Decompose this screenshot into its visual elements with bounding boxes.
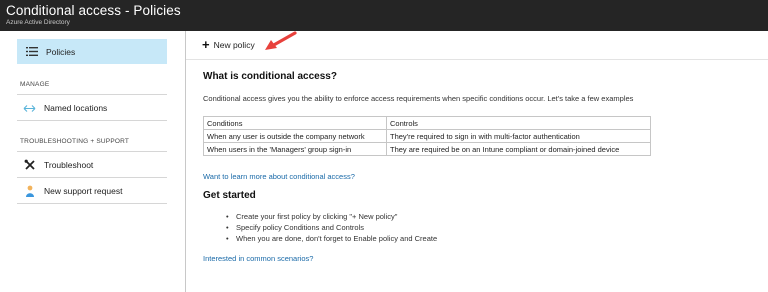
sidebar-item-policies[interactable]: Policies [17, 39, 167, 64]
named-locations-icon [23, 102, 36, 115]
learn-more-link[interactable]: Want to learn more about conditional acc… [203, 172, 355, 181]
table-cell: When any user is outside the company net… [203, 129, 387, 143]
table-cell: When users in the 'Managers' group sign-… [203, 142, 387, 156]
support-person-icon [23, 185, 36, 198]
main-content: + New policy What is conditional access?… [186, 31, 768, 292]
sidebar-item-label: Troubleshoot [44, 160, 94, 170]
page-title: Conditional access - Policies [6, 3, 181, 18]
list-item: Create your first policy by clicking "+ … [226, 211, 437, 222]
table-cell: They're required to sign in with multi-f… [386, 129, 651, 143]
divider [17, 177, 167, 178]
command-bar: + New policy [186, 31, 768, 60]
table-row: When users in the 'Managers' group sign-… [203, 142, 651, 156]
list-item: Specify policy Conditions and Controls [226, 222, 437, 233]
sidebar-item-new-support-request[interactable]: New support request [17, 179, 167, 203]
policies-list-icon [25, 45, 38, 58]
intro-text: Conditional access gives you the ability… [203, 94, 634, 103]
annotation-arrow-icon [265, 31, 297, 50]
wrench-icon [23, 159, 36, 172]
common-scenarios-link[interactable]: Interested in common scenarios? [203, 254, 313, 263]
table-row: When any user is outside the company net… [203, 129, 651, 143]
section-title-troubleshooting: TROUBLESHOOTING + SUPPORT [20, 138, 130, 145]
table-cell: They are required be on an Intune compli… [386, 142, 651, 156]
page-subtitle: Azure Active Directory [6, 19, 70, 26]
sidebar: Policies MANAGE Named locations TROUBLES… [0, 31, 186, 292]
blade-header: Conditional access - Policies Azure Acti… [0, 0, 768, 31]
divider [17, 94, 167, 95]
list-item: When you are done, don't forget to Enabl… [226, 233, 437, 244]
divider [17, 120, 167, 121]
what-is-heading: What is conditional access? [203, 71, 337, 82]
get-started-heading: Get started [203, 190, 256, 201]
sidebar-item-label: New support request [44, 186, 123, 196]
table-header-row: Conditions Controls [203, 116, 651, 130]
sidebar-item-label: Policies [46, 46, 76, 57]
section-title-manage: MANAGE [20, 81, 50, 88]
sidebar-item-named-locations[interactable]: Named locations [17, 96, 167, 120]
table-header-cell: Controls [386, 116, 651, 130]
sidebar-item-troubleshoot[interactable]: Troubleshoot [17, 153, 167, 177]
divider [17, 203, 167, 204]
plus-icon: + [202, 37, 210, 52]
get-started-list: Create your first policy by clicking "+ … [226, 211, 437, 244]
new-policy-button[interactable]: + New policy [202, 37, 255, 52]
examples-table: Conditions Controls When any user is out… [203, 116, 651, 156]
table-header-cell: Conditions [203, 116, 387, 130]
divider [17, 151, 167, 152]
sidebar-item-label: Named locations [44, 103, 108, 113]
new-policy-label: New policy [213, 40, 255, 50]
